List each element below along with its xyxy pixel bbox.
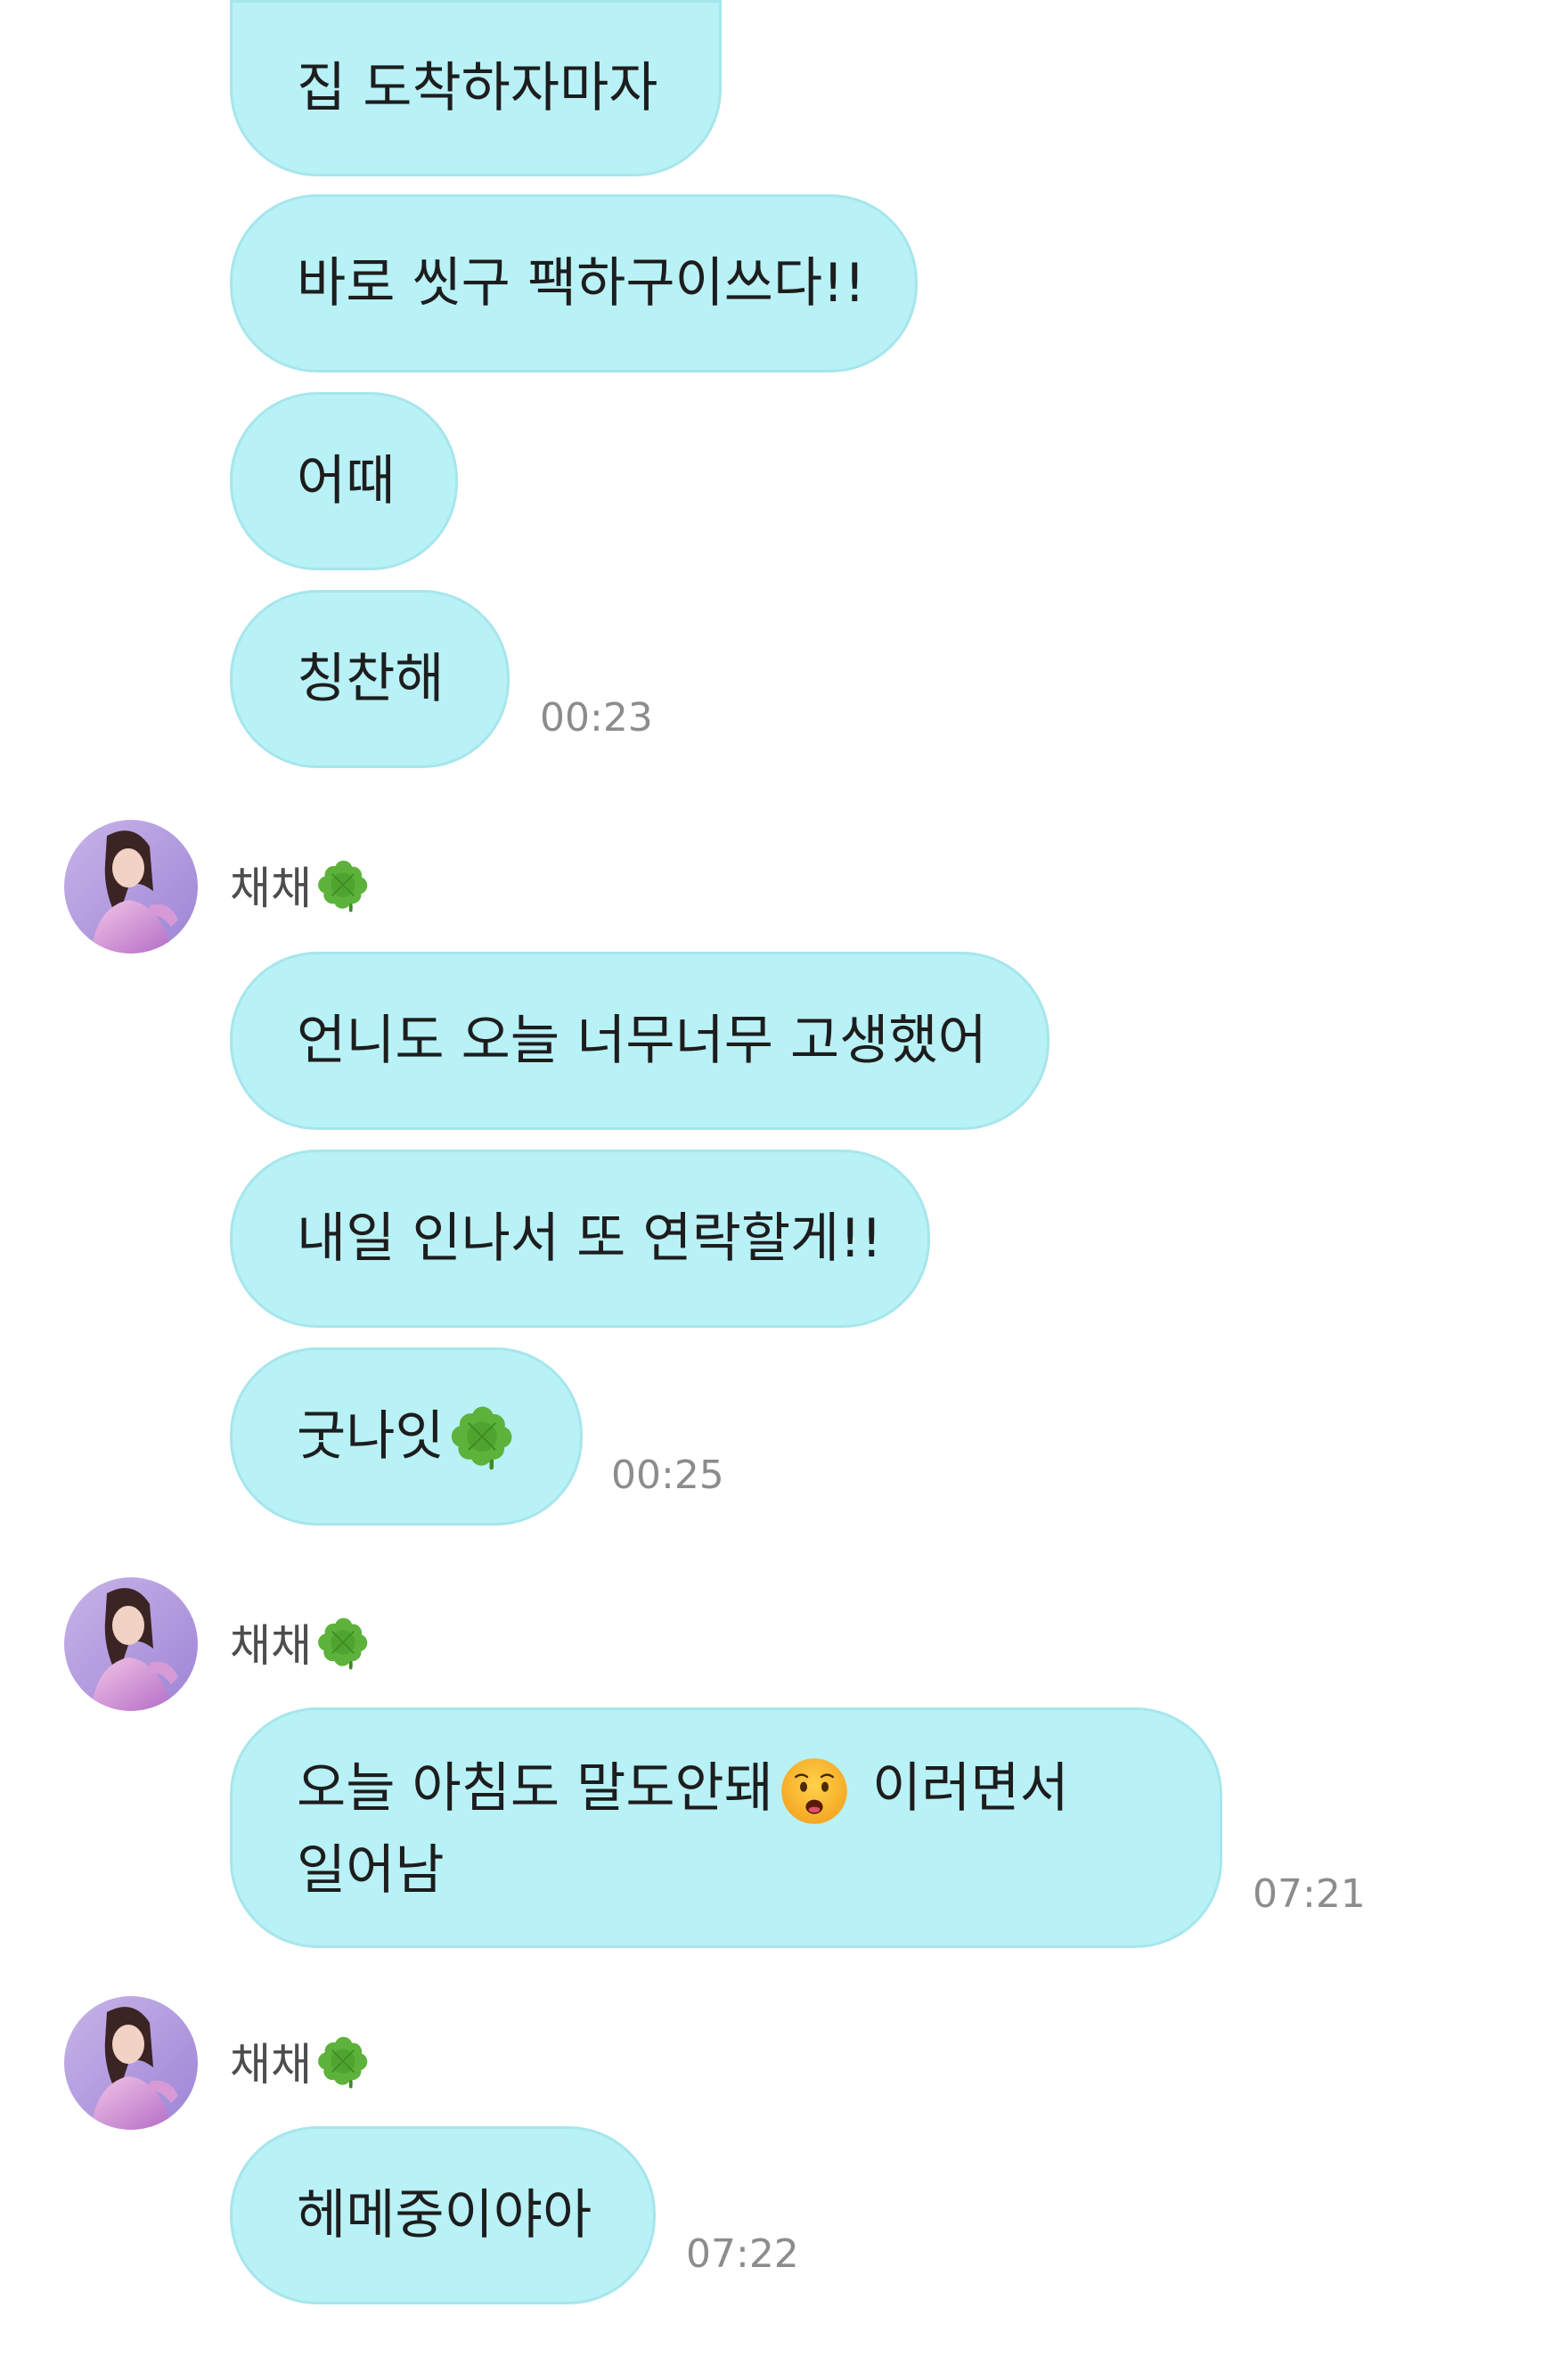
sender-name: 채채 — [230, 2032, 371, 2091]
message-text: 언니도 오늘 너무너무 고생했어 — [297, 1010, 987, 1072]
message-text: 칭찬해 — [297, 648, 445, 710]
sender-name: 채채 — [230, 1613, 371, 1672]
message-line: 오늘 아침도 말도안돼 이러면서 — [297, 1747, 1156, 1829]
avatar-image — [64, 1577, 198, 1711]
chat-area: 집 도착하자마자 바로 씻구 팩하구이쓰다!! 어때 칭찬해 00:23 채채 … — [0, 0, 1568, 2357]
message-text: 오늘 아침도 말도안돼 — [297, 1757, 773, 1820]
worried-face-icon — [779, 1755, 850, 1827]
message-text: 이러면서 — [854, 1757, 1069, 1820]
message-text: 내일 인나서 또 연락할게!! — [297, 1207, 883, 1270]
message-line: 일어남 — [297, 1839, 445, 1902]
message-bubble[interactable]: 내일 인나서 또 연락할게!! — [230, 1150, 930, 1328]
message-text: 어때 — [297, 450, 396, 512]
message-text: 집 도착하자마자 — [297, 57, 658, 119]
sender-name-text: 채채 — [230, 863, 312, 914]
message-bubble[interactable]: 언니도 오늘 너무너무 고생했어 — [230, 952, 1049, 1130]
avatar-image — [64, 820, 198, 953]
avatar[interactable] — [64, 820, 198, 953]
message-bubble[interactable]: 바로 씻구 팩하구이쓰다!! — [230, 194, 918, 372]
sender-name-text: 채채 — [230, 1620, 312, 1672]
message-timestamp: 07:22 — [686, 2231, 799, 2277]
message-text: 바로 씻구 팩하구이쓰다!! — [297, 252, 866, 315]
message-bubble[interactable]: 집 도착하자마자 — [230, 0, 722, 176]
message-bubble[interactable]: 칭찬해 — [230, 590, 510, 768]
four-leaf-clover-icon — [315, 857, 371, 913]
message-bubble[interactable]: 어때 — [230, 392, 458, 570]
message-timestamp: 00:23 — [540, 695, 653, 741]
message-bubble[interactable]: 헤메중이야아 — [230, 2126, 656, 2304]
four-leaf-clover-icon — [448, 1403, 516, 1470]
message-bubble[interactable]: 굿나잇 — [230, 1347, 583, 1526]
avatar[interactable] — [64, 1996, 198, 2130]
avatar-image — [64, 1996, 198, 2130]
four-leaf-clover-icon — [315, 2034, 371, 2089]
sender-name: 채채 — [230, 855, 371, 914]
message-timestamp: 07:21 — [1253, 1871, 1366, 1917]
message-bubble[interactable]: 오늘 아침도 말도안돼 이러면서 일어남 — [230, 1707, 1222, 1948]
message-timestamp: 00:25 — [611, 1453, 724, 1498]
sender-name-text: 채채 — [230, 2039, 312, 2091]
message-text: 헤메중이야아 — [297, 2184, 592, 2247]
message-text: 굿나잇 — [297, 1405, 445, 1468]
four-leaf-clover-icon — [315, 1615, 371, 1670]
avatar[interactable] — [64, 1577, 198, 1711]
